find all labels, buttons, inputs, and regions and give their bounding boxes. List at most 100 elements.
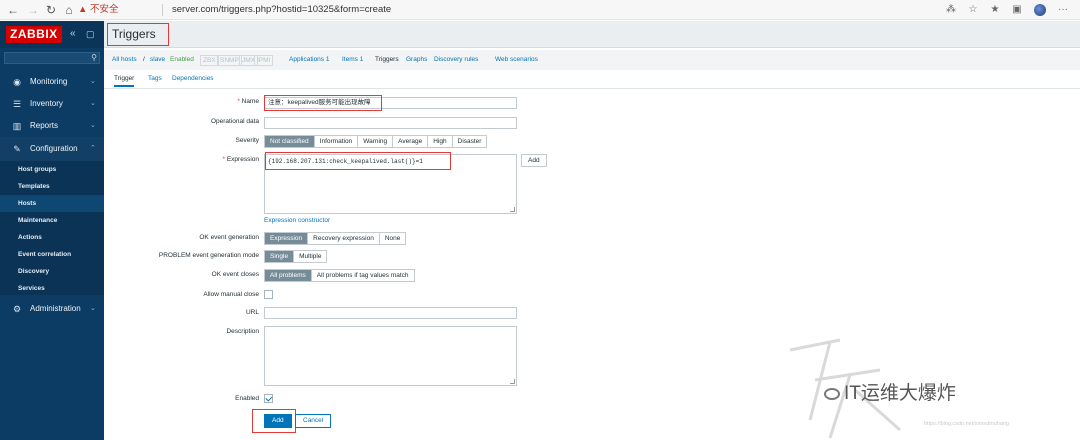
closes-if-tag-match[interactable]: All problems if tag values match bbox=[312, 270, 414, 281]
enabled-checkbox[interactable] bbox=[264, 394, 273, 403]
menu-reports[interactable]: ▥ Reports ⌄ bbox=[0, 115, 104, 137]
home-icon[interactable]: ⌂ bbox=[62, 3, 76, 17]
insecure-warning[interactable]: ▲ 不安全 bbox=[78, 3, 119, 17]
resize-grip-icon[interactable] bbox=[510, 379, 515, 384]
nav-discovery-rules[interactable]: Discovery rules bbox=[434, 55, 478, 65]
tab-trigger[interactable]: Trigger bbox=[114, 73, 135, 87]
nav-triggers[interactable]: Triggers bbox=[375, 55, 399, 65]
collections-icon[interactable]: ▣ bbox=[1010, 3, 1024, 17]
tab-dependencies[interactable]: Dependencies bbox=[172, 73, 214, 85]
closes-all-problems[interactable]: All problems bbox=[265, 270, 312, 281]
profile-avatar-icon[interactable] bbox=[1034, 4, 1046, 16]
address-divider bbox=[162, 4, 163, 16]
configuration-submenu: Host groups Templates Hosts Maintenance … bbox=[0, 161, 104, 295]
sidebar-search-input[interactable]: ⚲ bbox=[4, 52, 100, 64]
host-status-enabled: Enabled bbox=[170, 56, 194, 63]
breadcrumb-all-hosts[interactable]: All hosts bbox=[112, 55, 137, 65]
menu-label: Configuration bbox=[30, 144, 78, 153]
address-bar-url[interactable]: server.com/triggers.php?hostid=10325&for… bbox=[172, 3, 391, 17]
url-input[interactable] bbox=[264, 307, 517, 319]
form-tabs: Trigger Tags Dependencies bbox=[104, 73, 1080, 87]
chevron-down-icon: ⌄ bbox=[90, 305, 96, 312]
severity-not-classified[interactable]: Not classified bbox=[265, 136, 315, 147]
menu-label: Reports bbox=[30, 121, 59, 130]
sidebar: ZABBIX « ▢ ⚲ ◉ Monitoring ⌄ ☰ Inventory … bbox=[0, 21, 104, 440]
problem-mode-multiple[interactable]: Multiple bbox=[294, 251, 326, 262]
page-title: Triggers bbox=[107, 23, 169, 46]
chevron-down-icon: ⌄ bbox=[90, 78, 96, 85]
nav-applications[interactable]: Applications 1 bbox=[289, 55, 329, 65]
breadcrumb-host[interactable]: slave bbox=[150, 55, 165, 65]
back-arrow-icon[interactable]: ← bbox=[6, 3, 20, 17]
menu-monitoring[interactable]: ◉ Monitoring ⌄ bbox=[0, 71, 104, 93]
operational-data-input[interactable] bbox=[264, 117, 517, 129]
severity-label: Severity bbox=[235, 137, 259, 144]
submenu-hosts[interactable]: Hosts bbox=[0, 195, 104, 212]
watermark-text: IT运维大爆炸 bbox=[844, 383, 956, 404]
nav-items[interactable]: Items 1 bbox=[342, 55, 363, 65]
severity-information[interactable]: Information bbox=[315, 136, 359, 147]
nav-web-scenarios[interactable]: Web scenarios bbox=[495, 55, 538, 65]
ok-event-generation-selector: Expression Recovery expression None bbox=[264, 232, 407, 245]
menu-label: Administration bbox=[30, 304, 81, 313]
description-textarea[interactable] bbox=[264, 326, 517, 386]
list-icon: ☰ bbox=[12, 99, 22, 109]
allow-manual-close-label: Allow manual close bbox=[203, 291, 259, 298]
operational-data-label: Operational data bbox=[210, 118, 259, 125]
severity-disaster[interactable]: Disaster bbox=[453, 136, 487, 147]
forward-arrow-icon[interactable]: → bbox=[26, 3, 40, 17]
description-label: Description bbox=[226, 328, 259, 335]
menu-inventory[interactable]: ☰ Inventory ⌄ bbox=[0, 93, 104, 115]
submenu-host-groups[interactable]: Host groups bbox=[0, 161, 104, 178]
refresh-icon[interactable]: ↻ bbox=[44, 3, 58, 17]
expression-constructor-link[interactable]: Expression constructor bbox=[264, 216, 330, 226]
menu-configuration[interactable]: ✎ Configuration ⌃ bbox=[0, 137, 104, 161]
submenu-services[interactable]: Services bbox=[0, 280, 104, 297]
host-navigation: All hosts / slave Enabled ZBX SNMP JMX I… bbox=[104, 50, 1080, 70]
add-button-highlight bbox=[252, 409, 296, 433]
browser-toolbar: ← → ↻ ⌂ ▲ 不安全 server.com/triggers.php?ho… bbox=[0, 0, 1080, 20]
ok-gen-recovery-expression[interactable]: Recovery expression bbox=[308, 233, 380, 244]
ok-gen-expression[interactable]: Expression bbox=[265, 233, 309, 244]
search-icon[interactable]: ⚲ bbox=[91, 53, 97, 63]
severity-average[interactable]: Average bbox=[393, 136, 429, 147]
ok-gen-none[interactable]: None bbox=[380, 233, 406, 244]
favorite-star-icon[interactable]: ☆ bbox=[966, 3, 980, 17]
severity-warning[interactable]: Warning bbox=[358, 136, 394, 147]
badge-zbx: ZBX bbox=[200, 55, 219, 66]
wrench-icon: ✎ bbox=[13, 144, 21, 154]
add-expression-button[interactable]: Add bbox=[521, 154, 547, 167]
resize-grip-icon[interactable] bbox=[510, 207, 515, 212]
cancel-button[interactable]: Cancel bbox=[295, 414, 332, 428]
problem-mode-single[interactable]: Single bbox=[265, 251, 295, 262]
kiosk-mode-icon[interactable]: ▢ bbox=[86, 28, 95, 40]
severity-high[interactable]: High bbox=[428, 136, 453, 147]
submenu-discovery[interactable]: Discovery bbox=[0, 263, 104, 280]
expression-label: * Expression bbox=[222, 156, 260, 163]
url-label: URL bbox=[245, 309, 259, 316]
ok-event-generation-label: OK event generation bbox=[199, 234, 259, 241]
menu-administration[interactable]: ⚙ Administration ⌄ bbox=[0, 298, 104, 320]
submenu-actions[interactable]: Actions bbox=[0, 229, 104, 246]
zabbix-logo[interactable]: ZABBIX bbox=[6, 26, 62, 43]
problem-mode-label: PROBLEM event generation mode bbox=[158, 252, 259, 259]
favorites-list-icon[interactable]: ★ bbox=[988, 3, 1002, 17]
allow-manual-close-checkbox[interactable] bbox=[264, 290, 273, 299]
chevron-up-icon: ⌃ bbox=[90, 145, 96, 152]
chevron-down-icon: ⌄ bbox=[90, 100, 96, 107]
collapse-sidebar-icon[interactable]: « bbox=[70, 28, 76, 40]
badge-ipmi: IPMI bbox=[254, 55, 274, 66]
menu-label: Inventory bbox=[30, 99, 63, 108]
severity-selector: Not classified Information Warning Avera… bbox=[264, 135, 488, 148]
name-highlight bbox=[264, 95, 382, 111]
tab-tags[interactable]: Tags bbox=[148, 73, 162, 85]
problem-mode-selector: Single Multiple bbox=[264, 250, 328, 263]
more-menu-icon[interactable]: ··· bbox=[1056, 3, 1070, 17]
submenu-maintenance[interactable]: Maintenance bbox=[0, 212, 104, 229]
nav-graphs[interactable]: Graphs bbox=[406, 55, 427, 65]
submenu-event-correlation[interactable]: Event correlation bbox=[0, 246, 104, 263]
read-aloud-icon[interactable]: ⁂ bbox=[944, 3, 958, 17]
submenu-templates[interactable]: Templates bbox=[0, 178, 104, 195]
eye-icon: ◉ bbox=[13, 77, 21, 87]
bar-chart-icon: ▥ bbox=[12, 121, 22, 131]
